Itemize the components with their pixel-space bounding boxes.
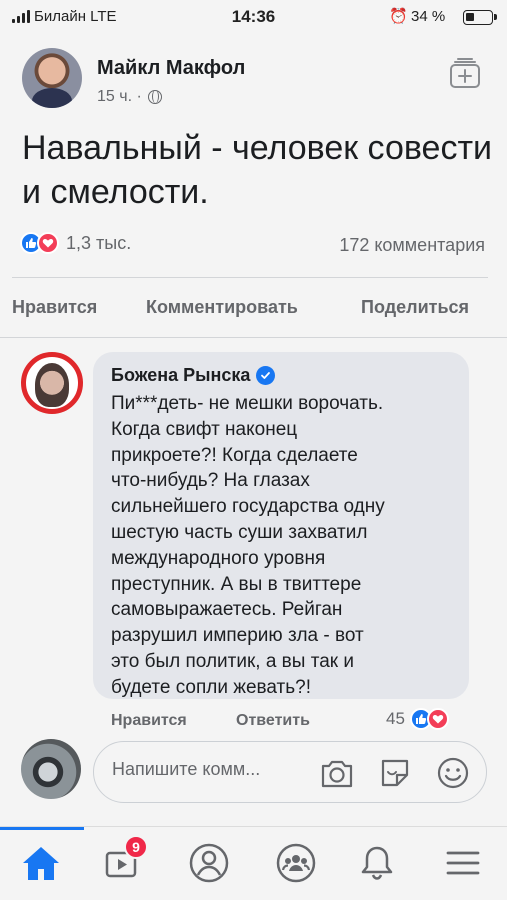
love-reaction-icon: [426, 708, 449, 730]
bell-icon: [361, 846, 393, 880]
post-reactions[interactable]: 1,3 тыс.: [20, 232, 131, 254]
battery-level: [466, 13, 474, 21]
post-author-name[interactable]: Майкл Макфол: [97, 57, 245, 80]
comment-reply-button[interactable]: Ответить: [236, 712, 310, 730]
post-timestamp: 15 ч. ·: [97, 88, 142, 105]
comment-like-button[interactable]: Нравится: [111, 712, 187, 730]
sticker-icon[interactable]: [376, 754, 414, 792]
notification-badge: 9: [124, 835, 148, 859]
divider: [0, 337, 507, 338]
comment-composer[interactable]: [93, 741, 487, 803]
author-avatar[interactable]: [22, 48, 82, 108]
camera-icon[interactable]: [318, 754, 356, 792]
comment-text: Пи***деть- не мешки ворочать. Когда свиф…: [111, 393, 385, 698]
status-bar: Билайн LTE 14:36 ⏰ 34 %: [0, 0, 507, 34]
nav-profile[interactable]: [187, 841, 231, 885]
battery-icon: [463, 10, 497, 25]
nav-groups[interactable]: [274, 841, 318, 885]
nav-home[interactable]: [19, 841, 63, 885]
home-icon: [23, 847, 59, 880]
divider: [12, 277, 488, 278]
current-user-avatar: [21, 739, 81, 799]
share-button[interactable]: Поделиться: [361, 297, 469, 318]
nav-watch[interactable]: 9: [100, 835, 148, 885]
love-reaction-icon: [37, 232, 59, 254]
commenter-name-text: Божена Рынска: [111, 365, 251, 385]
like-button[interactable]: Нравится: [12, 297, 97, 318]
groups-icon: [276, 843, 316, 883]
comment-reactions[interactable]: 45: [386, 708, 449, 730]
comment-count-link[interactable]: 172 комментария: [339, 235, 485, 256]
reaction-count: 1,3 тыс.: [66, 232, 132, 253]
verified-badge-icon: [256, 366, 276, 385]
alarm-icon: ⏰: [389, 8, 408, 25]
battery-percent: 34 %: [411, 8, 446, 25]
post-meta: 15 ч. ·: [97, 88, 162, 106]
commenter-avatar[interactable]: [21, 352, 83, 414]
globe-icon: [147, 90, 162, 104]
bottom-nav: 9: [0, 826, 507, 900]
comment-reaction-count: 45: [386, 709, 405, 728]
post-text: Навальный - человек совести и смелости.: [22, 129, 493, 211]
menu-icon: [446, 851, 480, 875]
nav-notifications[interactable]: [355, 841, 399, 885]
comment-input[interactable]: [112, 759, 312, 780]
active-tab-indicator: [0, 827, 84, 830]
profile-icon: [189, 843, 229, 883]
save-to-collection-icon[interactable]: [448, 56, 482, 90]
commenter-name[interactable]: Божена Рынска: [111, 365, 276, 386]
comment-button[interactable]: Комментировать: [146, 297, 298, 318]
nav-menu[interactable]: [441, 841, 485, 885]
emoji-icon[interactable]: [434, 754, 472, 792]
